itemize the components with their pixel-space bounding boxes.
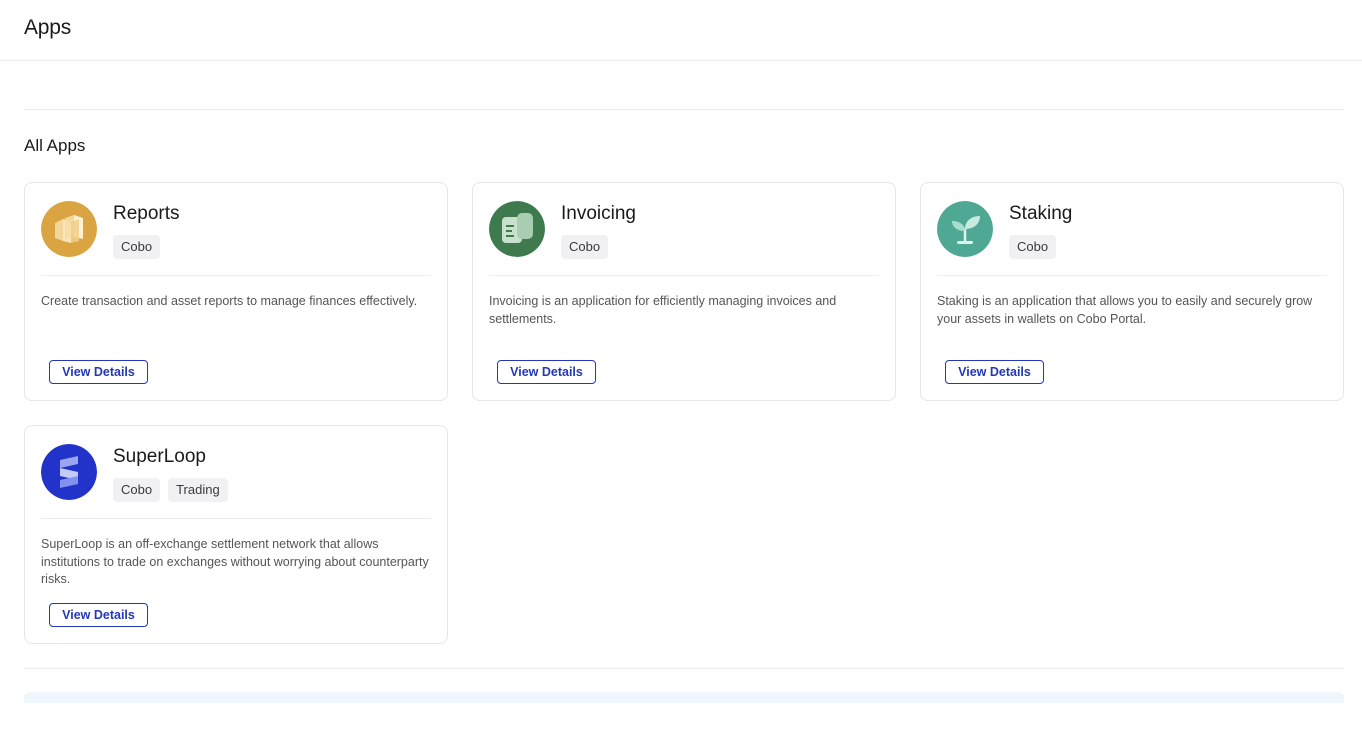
app-description: Invoicing is an application for efficien… (489, 294, 837, 326)
card-divider (489, 275, 879, 276)
superloop-logo-icon (41, 444, 97, 500)
app-card-reports: Reports Cobo Create transaction and asse… (24, 182, 448, 401)
card-divider (41, 518, 431, 519)
reports-boxes-icon (41, 201, 97, 257)
tag: Trading (168, 478, 228, 502)
divider (24, 109, 1344, 110)
app-name: Reports (113, 203, 180, 224)
section-title: All Apps (24, 136, 86, 155)
tag: Cobo (561, 235, 609, 259)
tag: Cobo (113, 478, 161, 502)
app-description: Create transaction and asset reports to … (41, 294, 418, 308)
tag: Cobo (1009, 235, 1057, 259)
tag-list: Cobo (561, 235, 609, 259)
app-card-invoicing: Invoicing Cobo Invoicing is an applicati… (472, 182, 896, 401)
app-name: SuperLoop (113, 446, 206, 467)
app-description: Staking is an application that allows yo… (937, 294, 1313, 326)
app-name: Staking (1009, 203, 1073, 224)
bottom-banner (24, 692, 1344, 703)
tag: Cobo (113, 235, 161, 259)
app-name: Invoicing (561, 203, 636, 224)
view-details-button[interactable]: View Details (945, 360, 1044, 384)
invoice-scroll-icon (489, 201, 545, 257)
sprout-icon (937, 201, 993, 257)
tag-list: Cobo (113, 235, 161, 259)
top-bar: Apps (0, 0, 1362, 61)
app-description: SuperLoop is an off-exchange settlement … (41, 537, 429, 586)
view-details-button[interactable]: View Details (49, 360, 148, 384)
divider (24, 668, 1344, 669)
view-details-button[interactable]: View Details (49, 603, 148, 627)
tag-list: Cobo (1009, 235, 1057, 259)
card-divider (41, 275, 431, 276)
view-details-button[interactable]: View Details (497, 360, 596, 384)
app-card-staking: Staking Cobo Staking is an application t… (920, 182, 1344, 401)
tag-list: Cobo Trading (113, 478, 228, 502)
app-card-superloop: SuperLoop Cobo Trading SuperLoop is an o… (24, 425, 448, 644)
card-divider (937, 275, 1327, 276)
page-title: Apps (24, 16, 72, 39)
